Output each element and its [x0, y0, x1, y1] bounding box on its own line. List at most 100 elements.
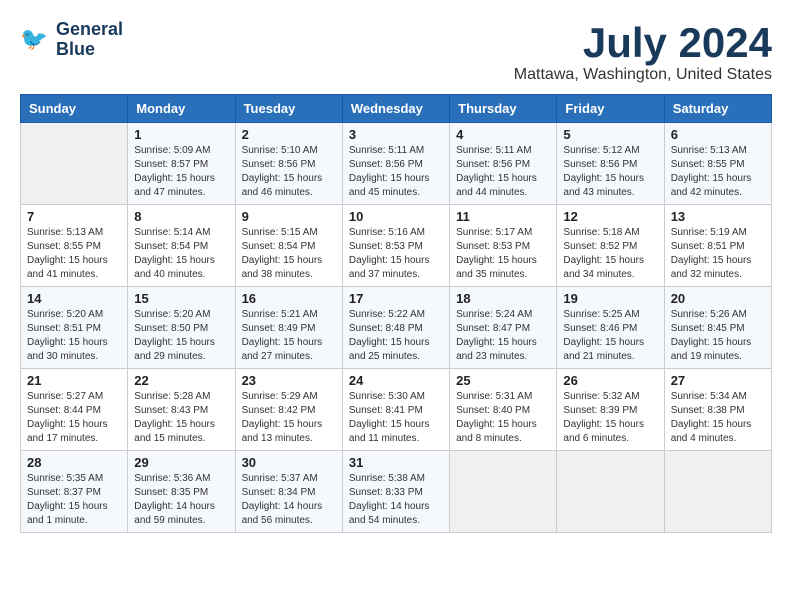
calendar-header: SundayMondayTuesdayWednesdayThursdayFrid…	[21, 95, 772, 123]
header-cell-thursday: Thursday	[450, 95, 557, 123]
day-info: Sunrise: 5:31 AM Sunset: 8:40 PM Dayligh…	[456, 390, 550, 446]
day-info: Sunrise: 5:11 AM Sunset: 8:56 PM Dayligh…	[456, 144, 550, 200]
calendar-cell: 21 Sunrise: 5:27 AM Sunset: 8:44 PM Dayli…	[21, 369, 128, 451]
day-number: 12	[563, 209, 657, 224]
calendar-cell: 19 Sunrise: 5:25 AM Sunset: 8:46 PM Dayli…	[557, 287, 664, 369]
day-number: 14	[27, 291, 121, 306]
calendar-cell: 10 Sunrise: 5:16 AM Sunset: 8:53 PM Dayli…	[342, 205, 449, 287]
day-info: Sunrise: 5:16 AM Sunset: 8:53 PM Dayligh…	[349, 226, 443, 282]
header-cell-wednesday: Wednesday	[342, 95, 449, 123]
calendar-cell: 25 Sunrise: 5:31 AM Sunset: 8:40 PM Dayli…	[450, 369, 557, 451]
calendar-table: SundayMondayTuesdayWednesdayThursdayFrid…	[20, 94, 772, 533]
day-info: Sunrise: 5:18 AM Sunset: 8:52 PM Dayligh…	[563, 226, 657, 282]
calendar-cell	[450, 451, 557, 533]
day-number: 22	[134, 373, 228, 388]
day-number: 28	[27, 455, 121, 470]
day-info: Sunrise: 5:38 AM Sunset: 8:33 PM Dayligh…	[349, 472, 443, 528]
location-subtitle: Mattawa, Washington, United States	[514, 66, 772, 84]
day-number: 24	[349, 373, 443, 388]
calendar-cell: 26Sunrise: 5:32 AM Sunset: 8:39 PM Dayli…	[557, 369, 664, 451]
day-number: 7	[27, 209, 121, 224]
day-number: 1	[134, 127, 228, 142]
day-number: 27	[671, 373, 765, 388]
day-info: Sunrise: 5:14 AM Sunset: 8:54 PM Dayligh…	[134, 226, 228, 282]
calendar-cell: 27Sunrise: 5:34 AM Sunset: 8:38 PM Dayli…	[664, 369, 771, 451]
calendar-cell	[664, 451, 771, 533]
header-cell-sunday: Sunday	[21, 95, 128, 123]
week-row-2: 14 Sunrise: 5:20 AM Sunset: 8:51 PM Dayli…	[21, 287, 772, 369]
logo-text: General Blue	[56, 20, 123, 60]
day-number: 29	[134, 455, 228, 470]
title-area: July 2024 Mattawa, Washington, United St…	[514, 20, 772, 84]
calendar-cell: 11Sunrise: 5:17 AM Sunset: 8:53 PM Dayli…	[450, 205, 557, 287]
day-info: Sunrise: 5:28 AM Sunset: 8:43 PM Dayligh…	[134, 390, 228, 446]
calendar-cell: 16 Sunrise: 5:21 AM Sunset: 8:49 PM Dayli…	[235, 287, 342, 369]
header-cell-saturday: Saturday	[664, 95, 771, 123]
day-number: 25	[456, 373, 550, 388]
day-number: 8	[134, 209, 228, 224]
day-info: Sunrise: 5:13 AM Sunset: 8:55 PM Dayligh…	[671, 144, 765, 200]
day-number: 10	[349, 209, 443, 224]
day-info: Sunrise: 5:27 AM Sunset: 8:44 PM Dayligh…	[27, 390, 121, 446]
day-number: 6	[671, 127, 765, 142]
day-number: 4	[456, 127, 550, 142]
day-number: 15	[134, 291, 228, 306]
day-info: Sunrise: 5:20 AM Sunset: 8:50 PM Dayligh…	[134, 308, 228, 364]
day-number: 5	[563, 127, 657, 142]
day-number: 3	[349, 127, 443, 142]
day-info: Sunrise: 5:24 AM Sunset: 8:47 PM Dayligh…	[456, 308, 550, 364]
calendar-cell: 14 Sunrise: 5:20 AM Sunset: 8:51 PM Dayli…	[21, 287, 128, 369]
calendar-cell: 7 Sunrise: 5:13 AM Sunset: 8:55 PM Daylig…	[21, 205, 128, 287]
day-info: Sunrise: 5:36 AM Sunset: 8:35 PM Dayligh…	[134, 472, 228, 528]
calendar-cell: 30Sunrise: 5:37 AM Sunset: 8:34 PM Dayli…	[235, 451, 342, 533]
calendar-cell: 28 Sunrise: 5:35 AM Sunset: 8:37 PM Dayli…	[21, 451, 128, 533]
day-info: Sunrise: 5:17 AM Sunset: 8:53 PM Dayligh…	[456, 226, 550, 282]
calendar-cell: 9 Sunrise: 5:15 AM Sunset: 8:54 PM Daylig…	[235, 205, 342, 287]
calendar-body: 1Sunrise: 5:09 AM Sunset: 8:57 PM Daylig…	[21, 123, 772, 533]
calendar-cell: 17 Sunrise: 5:22 AM Sunset: 8:48 PM Dayli…	[342, 287, 449, 369]
day-info: Sunrise: 5:19 AM Sunset: 8:51 PM Dayligh…	[671, 226, 765, 282]
day-info: Sunrise: 5:13 AM Sunset: 8:55 PM Dayligh…	[27, 226, 121, 282]
day-info: Sunrise: 5:10 AM Sunset: 8:56 PM Dayligh…	[242, 144, 336, 200]
header-cell-friday: Friday	[557, 95, 664, 123]
day-number: 20	[671, 291, 765, 306]
calendar-cell	[21, 123, 128, 205]
day-number: 13	[671, 209, 765, 224]
logo: 🐦 General Blue	[20, 20, 123, 60]
calendar-cell: 18Sunrise: 5:24 AM Sunset: 8:47 PM Dayli…	[450, 287, 557, 369]
logo-bird-icon: 🐦	[20, 24, 52, 56]
day-info: Sunrise: 5:25 AM Sunset: 8:46 PM Dayligh…	[563, 308, 657, 364]
calendar-cell: 12 Sunrise: 5:18 AM Sunset: 8:52 PM Dayli…	[557, 205, 664, 287]
calendar-cell: 8 Sunrise: 5:14 AM Sunset: 8:54 PM Daylig…	[128, 205, 235, 287]
calendar-cell: 29 Sunrise: 5:36 AM Sunset: 8:35 PM Dayli…	[128, 451, 235, 533]
calendar-cell: 1Sunrise: 5:09 AM Sunset: 8:57 PM Daylig…	[128, 123, 235, 205]
day-info: Sunrise: 5:35 AM Sunset: 8:37 PM Dayligh…	[27, 472, 121, 528]
week-row-3: 21 Sunrise: 5:27 AM Sunset: 8:44 PM Dayli…	[21, 369, 772, 451]
header-cell-monday: Monday	[128, 95, 235, 123]
day-number: 21	[27, 373, 121, 388]
header: 🐦 General Blue July 2024 Mattawa, Washin…	[20, 20, 772, 84]
day-number: 31	[349, 455, 443, 470]
day-number: 9	[242, 209, 336, 224]
day-number: 30	[242, 455, 336, 470]
month-title: July 2024	[514, 20, 772, 66]
day-number: 16	[242, 291, 336, 306]
day-number: 19	[563, 291, 657, 306]
day-info: Sunrise: 5:26 AM Sunset: 8:45 PM Dayligh…	[671, 308, 765, 364]
day-info: Sunrise: 5:20 AM Sunset: 8:51 PM Dayligh…	[27, 308, 121, 364]
day-number: 17	[349, 291, 443, 306]
day-info: Sunrise: 5:21 AM Sunset: 8:49 PM Dayligh…	[242, 308, 336, 364]
week-row-1: 7 Sunrise: 5:13 AM Sunset: 8:55 PM Daylig…	[21, 205, 772, 287]
day-number: 2	[242, 127, 336, 142]
calendar-cell	[557, 451, 664, 533]
day-info: Sunrise: 5:15 AM Sunset: 8:54 PM Dayligh…	[242, 226, 336, 282]
week-row-4: 28 Sunrise: 5:35 AM Sunset: 8:37 PM Dayli…	[21, 451, 772, 533]
calendar-cell: 31 Sunrise: 5:38 AM Sunset: 8:33 PM Dayli…	[342, 451, 449, 533]
day-number: 26	[563, 373, 657, 388]
calendar-cell: 6 Sunrise: 5:13 AM Sunset: 8:55 PM Daylig…	[664, 123, 771, 205]
day-info: Sunrise: 5:12 AM Sunset: 8:56 PM Dayligh…	[563, 144, 657, 200]
header-row: SundayMondayTuesdayWednesdayThursdayFrid…	[21, 95, 772, 123]
week-row-0: 1Sunrise: 5:09 AM Sunset: 8:57 PM Daylig…	[21, 123, 772, 205]
day-info: Sunrise: 5:22 AM Sunset: 8:48 PM Dayligh…	[349, 308, 443, 364]
day-info: Sunrise: 5:11 AM Sunset: 8:56 PM Dayligh…	[349, 144, 443, 200]
